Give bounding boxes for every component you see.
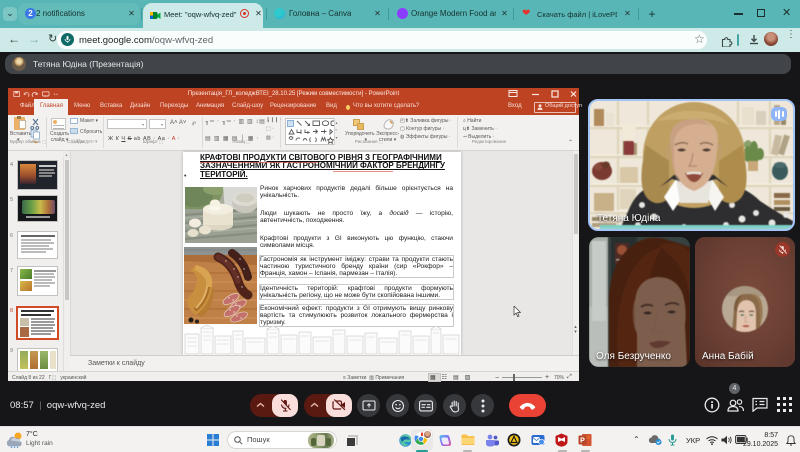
svg-text:P: P <box>580 438 585 445</box>
